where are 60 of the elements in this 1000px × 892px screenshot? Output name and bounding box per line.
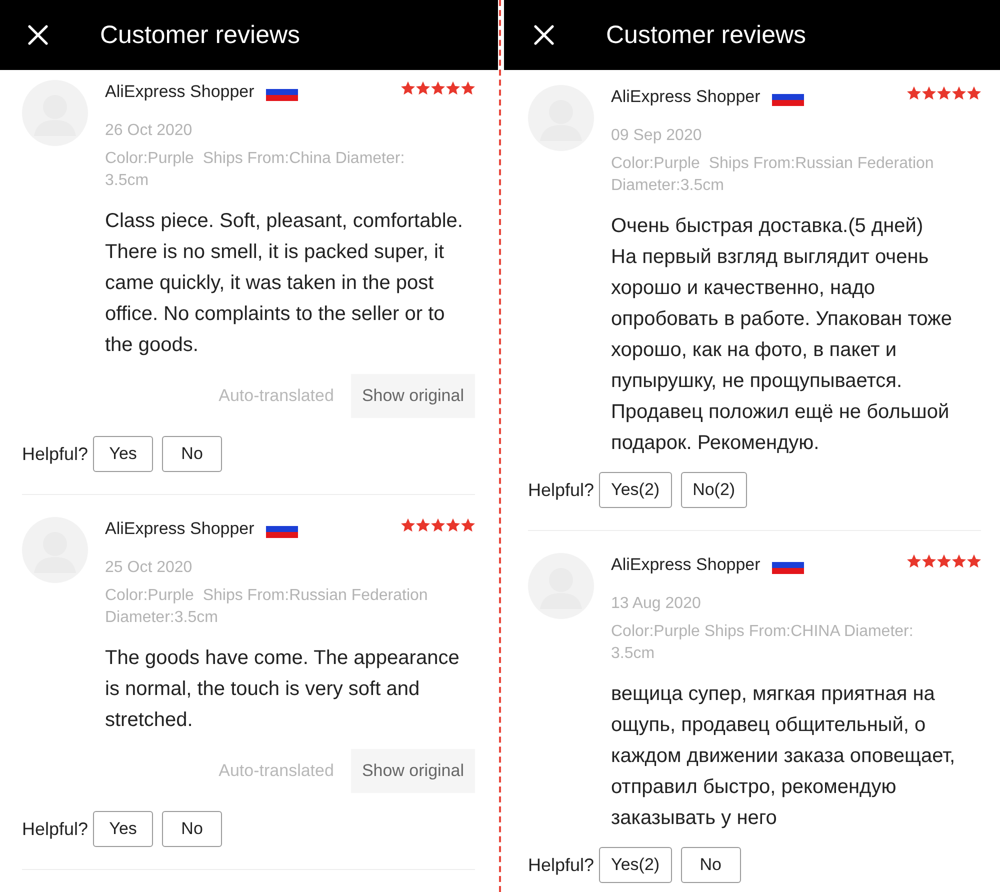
star-icon <box>416 81 430 95</box>
star-icon <box>922 86 936 100</box>
close-icon[interactable] <box>534 25 554 45</box>
star-icon <box>461 81 475 95</box>
helpful-yes-button[interactable]: Yes(2) <box>599 847 672 883</box>
star-icon <box>922 554 936 568</box>
star-icon <box>446 81 460 95</box>
review-text: The goods have come. The appearance is normal, the touch is very soft and stretched. <box>105 646 460 733</box>
product-details: Color:Purple Ships From:Russian Federation Diameter:3.5cm <box>105 586 429 628</box>
header-title: Customer reviews <box>100 20 300 50</box>
show-original-button[interactable]: Show original <box>350 374 475 418</box>
star-icon <box>446 518 460 532</box>
review-text: Очень быстрая доставка.(5 дней) На первый взгляд выглядит очень хорошо и качественно, надо опробовать в работе. Упакован тоже хорошо, как на фото, в пакет и пупырушку, не прощупывается. Продавец положил ещё не большой подарок. Рекомендую. <box>611 214 954 456</box>
flag-icon <box>772 94 804 106</box>
translation-note: Auto-translated <box>218 385 334 408</box>
star-icon <box>416 518 430 532</box>
show-original-button[interactable]: Show original <box>350 749 475 793</box>
star-icon <box>431 81 445 95</box>
review-date: 09 Sep 2020 <box>611 126 703 146</box>
flag-icon <box>266 526 298 538</box>
helpful-no-button[interactable]: No(2) <box>680 472 748 508</box>
star-icon <box>937 86 951 100</box>
review-date: 26 Oct 2020 <box>105 121 194 141</box>
star-icon <box>401 81 415 95</box>
helpful-yes-button[interactable]: Yes <box>93 811 154 847</box>
star-icon <box>952 86 966 100</box>
review-text: вещица супер, мягкая приятная на ощупь, продавец общительный, о каждом движении заказа оповещает, отправил быстро, рекомендую заказывать у него <box>611 682 956 831</box>
star-icon <box>907 554 921 568</box>
helpful-no-button[interactable]: No <box>680 847 741 883</box>
review-text: Class piece. Soft, pleasant, comfortable. There is no smell, it is packed super, it came quickly, it was taken in the post office. No complaints to the seller or to the goods. <box>105 209 464 358</box>
helpful-label: Helpful? <box>22 442 88 466</box>
review-date: 25 Oct 2020 <box>105 558 194 578</box>
translation-note: Auto-translated <box>218 760 334 782</box>
helpful-label: Helpful? <box>22 818 88 841</box>
reviewer-name: AliExpress Shopper <box>105 81 254 103</box>
flag-icon <box>772 562 804 574</box>
reviewer-name: AliExpress Shopper <box>105 518 254 540</box>
header-title: Customer reviews <box>606 20 806 50</box>
product-details: Color:Purple Ships From:CHINA Diameter: 3.5cm <box>611 622 914 664</box>
product-details: Color:Purple Ships From:China Diameter: 3.5cm <box>105 149 406 191</box>
review-date: 13 Aug 2020 <box>611 594 702 614</box>
reviewer-name: AliExpress Shopper <box>611 554 760 576</box>
helpful-yes-button[interactable]: Yes <box>93 436 154 472</box>
star-icon <box>967 554 981 568</box>
reviewer-name: AliExpress Shopper <box>611 86 760 108</box>
star-icon <box>952 554 966 568</box>
helpful-label: Helpful? <box>528 854 594 877</box>
product-details: Color:Purple Ships From:Russian Federation Diameter:3.5cm <box>611 154 935 196</box>
helpful-no-button[interactable]: No <box>162 811 222 847</box>
star-icon <box>967 86 981 100</box>
star-icon <box>937 554 951 568</box>
flag-icon <box>266 88 298 100</box>
star-icon <box>431 518 445 532</box>
helpful-label: Helpful? <box>528 478 594 502</box>
star-icon <box>461 518 475 532</box>
helpful-no-button[interactable]: No <box>162 436 222 472</box>
star-icon <box>401 518 415 532</box>
star-icon <box>907 86 921 100</box>
close-icon[interactable] <box>28 25 48 45</box>
helpful-yes-button[interactable]: Yes(2) <box>599 472 672 508</box>
